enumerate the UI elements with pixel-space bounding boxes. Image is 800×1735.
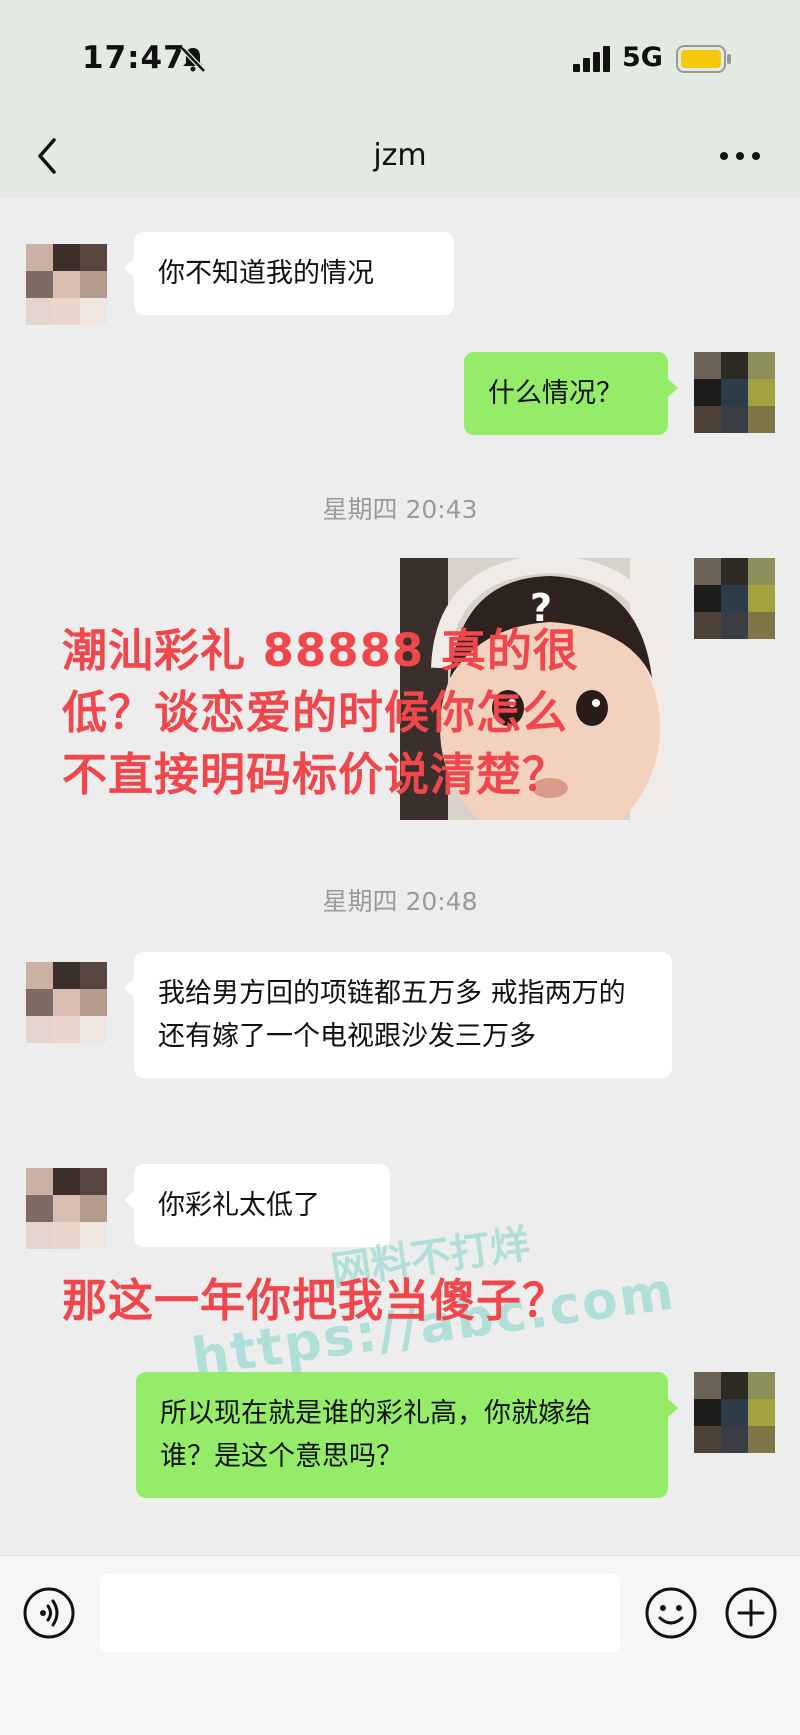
overlay-line: 不直接明码标价说清楚？ bbox=[62, 748, 569, 801]
status-time: 17:47 bbox=[82, 40, 186, 76]
network-label: 5G bbox=[622, 42, 663, 73]
chat-title: jzm bbox=[373, 138, 427, 173]
emoji-icon[interactable] bbox=[644, 1586, 698, 1640]
chat-header: jzm bbox=[0, 118, 800, 198]
message-input[interactable] bbox=[100, 1574, 620, 1652]
message-bubble[interactable]: 你不知道我的情况 bbox=[124, 232, 454, 315]
overlay-line: 低？谈恋爱的时候你怎么 bbox=[62, 686, 569, 739]
battery-icon bbox=[676, 45, 731, 73]
timestamp: 星期四 20:48 bbox=[322, 887, 478, 916]
overlay-caption: 潮汕彩礼 88888 真的很 低？谈恋爱的时候你怎么 不直接明码标价说清楚？ bbox=[62, 620, 762, 806]
mute-bell-icon bbox=[180, 46, 206, 73]
status-bar: 17:47 5G bbox=[0, 0, 800, 118]
contact-avatar[interactable] bbox=[26, 962, 108, 1044]
voice-icon[interactable] bbox=[22, 1586, 76, 1640]
my-avatar[interactable] bbox=[694, 1372, 776, 1454]
overlay-caption: 那这一年你把我当傻子？ bbox=[62, 1274, 569, 1327]
signal-icon bbox=[573, 46, 610, 72]
message-bubble[interactable]: 所以现在就是谁的彩礼高，你就嫁给谁？是这个意思吗？ bbox=[136, 1372, 678, 1498]
contact-avatar[interactable] bbox=[26, 1168, 108, 1250]
message-bubble[interactable]: 我给男方回的项链都五万多 戒指两万的 还有嫁了一个电视跟沙发三万多 bbox=[124, 952, 672, 1078]
plus-icon[interactable] bbox=[724, 1586, 778, 1640]
overlay-line: 潮汕彩礼 88888 真的很 bbox=[62, 624, 579, 677]
contact-avatar[interactable] bbox=[26, 244, 108, 326]
input-bar bbox=[0, 1555, 800, 1735]
message-bubble[interactable]: 什么情况？ bbox=[464, 352, 678, 435]
my-avatar[interactable] bbox=[694, 352, 776, 434]
more-icon[interactable] bbox=[718, 148, 762, 164]
timestamp: 星期四 20:43 bbox=[322, 495, 478, 524]
